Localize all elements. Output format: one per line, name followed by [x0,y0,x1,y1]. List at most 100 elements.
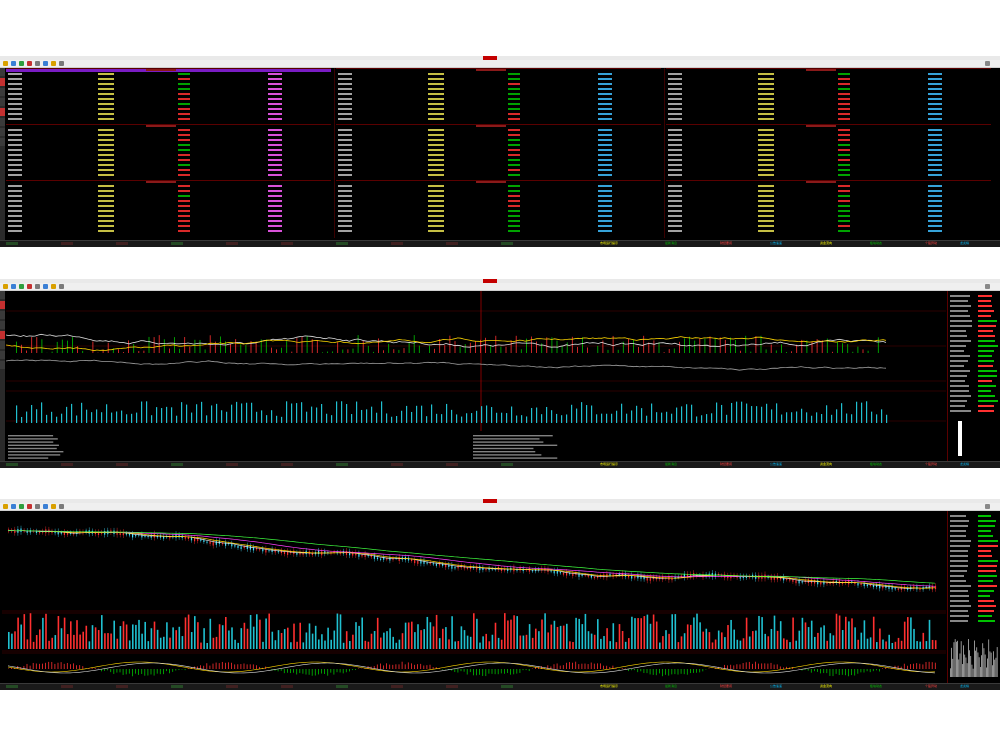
quote-cell[interactable] [598,154,612,156]
sidebar-tab[interactable] [0,128,5,136]
quote-cell[interactable] [508,230,520,232]
quote-cell[interactable] [428,103,444,105]
home-icon[interactable] [19,61,24,66]
quote-cell[interactable] [178,103,190,105]
quote-cell[interactable] [428,154,444,156]
quote-cell[interactable] [338,169,352,171]
quote-cell[interactable] [508,210,520,212]
quote-cell[interactable] [178,230,190,232]
quote-cell[interactable] [268,118,282,120]
quote-cell[interactable] [668,118,682,120]
sidebar-tab[interactable] [0,68,5,76]
quote-cell[interactable] [598,185,612,187]
quote-cell[interactable] [8,78,22,80]
quote-cell[interactable] [668,149,682,151]
quote-cell[interactable] [8,220,22,222]
quote-cell[interactable] [338,139,352,141]
quote-cell[interactable] [268,78,282,80]
refresh-icon[interactable] [27,61,32,66]
quote-cell[interactable] [428,108,444,110]
quote-cell[interactable] [338,185,352,187]
quote-cell[interactable] [338,149,352,151]
quote-cell[interactable] [268,98,282,100]
quote-cell[interactable] [508,73,520,75]
sidebar-tab[interactable] [0,291,5,299]
quote-cell[interactable] [178,118,190,120]
quote-cell[interactable] [178,93,190,95]
quote-cell[interactable] [338,225,352,227]
quote-cell[interactable] [668,113,682,115]
quote-cell[interactable] [928,205,942,207]
chart-icon[interactable] [43,61,48,66]
quote-cell[interactable] [8,200,22,202]
quote-cell[interactable] [598,78,612,80]
quote-cell[interactable] [338,200,352,202]
quote-cell[interactable] [758,78,774,80]
settings-icon[interactable] [59,284,64,289]
quote-cell[interactable] [178,134,190,136]
status-note[interactable]: 龙虎榜 [960,462,969,467]
quote-cell[interactable] [8,149,22,151]
quote-cell[interactable] [758,144,774,146]
quote-cell[interactable] [338,93,352,95]
quote-cell[interactable] [98,78,114,80]
quote-cell[interactable] [508,154,520,156]
quote-cell[interactable] [928,118,942,120]
quote-cell[interactable] [508,118,520,120]
settings-icon[interactable] [59,504,64,509]
quote-cell[interactable] [428,144,444,146]
quote-cell[interactable] [928,154,942,156]
quote-cell[interactable] [928,195,942,197]
quote-cell[interactable] [8,88,22,90]
quote-cell[interactable] [268,230,282,232]
quote-cell[interactable] [178,98,190,100]
quote-cell[interactable] [98,230,114,232]
quote-cell[interactable] [598,215,612,217]
quote-cell[interactable] [668,215,682,217]
quote-cell[interactable] [338,134,352,136]
quote-cell[interactable] [8,73,22,75]
home-icon[interactable] [19,284,24,289]
quote-cell[interactable] [838,190,850,192]
quote-cell[interactable] [178,195,190,197]
quote-cell[interactable] [668,190,682,192]
quote-cell[interactable] [428,113,444,115]
quote-cell[interactable] [838,83,850,85]
quote-cell[interactable] [338,205,352,207]
quote-cell[interactable] [758,200,774,202]
quote-cell[interactable] [668,144,682,146]
quote-cell[interactable] [98,118,114,120]
search-icon[interactable] [35,61,40,66]
quote-cell[interactable] [668,210,682,212]
quote-cell[interactable] [928,134,942,136]
quote-cell[interactable] [338,144,352,146]
status-note[interactable]: 最新消息 [665,241,677,246]
quote-cell[interactable] [758,154,774,156]
quote-cell[interactable] [98,134,114,136]
quote-cell[interactable] [598,118,612,120]
quote-cell[interactable] [598,144,612,146]
quote-cell[interactable] [758,88,774,90]
quote-cell[interactable] [338,220,352,222]
quote-cell[interactable] [428,210,444,212]
quote-cell[interactable] [8,134,22,136]
quote-cell[interactable] [98,108,114,110]
quote-cell[interactable] [758,195,774,197]
quote-cell[interactable] [928,200,942,202]
intraday-chart[interactable] [6,291,946,461]
quote-cell[interactable] [928,129,942,131]
sidebar-tab[interactable] [0,311,5,319]
quote-cell[interactable] [8,210,22,212]
quote-cell[interactable] [928,83,942,85]
quote-cell[interactable] [928,78,942,80]
quote-cell[interactable] [838,215,850,217]
quote-cell[interactable] [508,200,520,202]
quote-cell[interactable] [98,139,114,141]
quote-cell[interactable] [338,159,352,161]
quote-cell[interactable] [268,154,282,156]
quote-cell[interactable] [928,144,942,146]
quote-cell[interactable] [508,139,520,141]
quote-cell[interactable] [268,164,282,166]
quote-cell[interactable] [8,103,22,105]
quote-cell[interactable] [428,190,444,192]
